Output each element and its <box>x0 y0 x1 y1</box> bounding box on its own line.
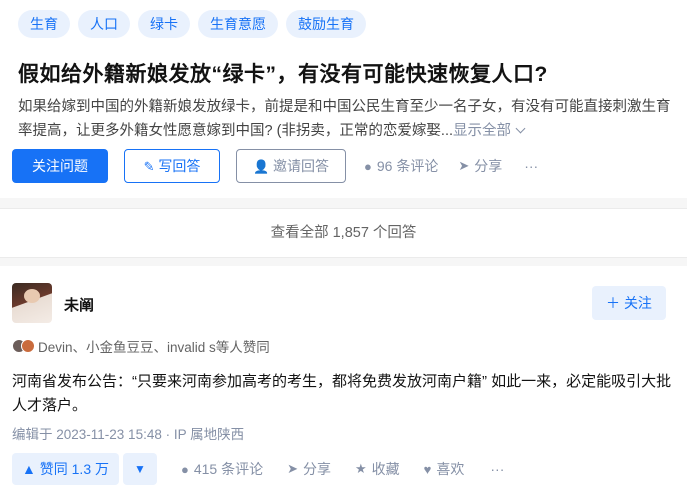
show-all-label: 显示全部 <box>453 123 512 139</box>
question-actions: 关注问题 ✎ 写回答 👤 邀请回答 ● 96 条评论 ➤ 分享 ··· <box>12 149 538 183</box>
question-description-text: 如果给嫁到中国的外籍新娘发放绿卡，前提是和中国公民生育至少一名子女，有没有可能直… <box>18 99 671 139</box>
topic-tag[interactable]: 人口 <box>78 10 130 38</box>
answer-actions: ▲ 赞同 1.3 万 ▼ ● 415 条评论 ➤ 分享 ★ 收藏 ♥ 喜欢 ··… <box>12 453 504 485</box>
paper-plane-icon: ➤ <box>458 158 470 173</box>
heart-icon: ♥ <box>423 461 432 477</box>
question-title[interactable]: 假如给外籍新娘发放“绿卡”，有没有可能快速恢复人口? <box>18 58 548 88</box>
invite-answer-button[interactable]: 👤 邀请回答 <box>236 149 346 183</box>
write-answer-button[interactable]: ✎ 写回答 <box>124 149 220 183</box>
question-share-button[interactable]: ➤ 分享 <box>458 156 502 176</box>
follow-author-label: 关注 <box>623 295 652 311</box>
question-share-label: 分享 <box>474 158 503 174</box>
view-all-answers-card: 查看全部 1,857 个回答 <box>0 208 687 258</box>
follow-question-button[interactable]: 关注问题 <box>12 149 108 183</box>
upvote-button[interactable]: ▲ 赞同 1.3 万 <box>12 453 119 485</box>
answer-share-button[interactable]: ➤ 分享 <box>287 459 331 479</box>
question-description: 如果给嫁到中国的外籍新娘发放绿卡，前提是和中国公民生育至少一名子女，有没有可能直… <box>18 95 678 143</box>
topic-tags: 生育 人口 绿卡 生育意愿 鼓励生育 <box>18 10 366 38</box>
comment-icon: ● <box>364 158 372 174</box>
like-button[interactable]: ♥ 喜欢 <box>424 459 465 479</box>
paper-plane-icon: ➤ <box>287 461 299 476</box>
view-all-answers-link[interactable]: 查看全部 1,857 个回答 <box>0 209 687 257</box>
pencil-icon: ✎ <box>143 159 155 174</box>
question-more-button[interactable]: ··· <box>524 158 538 174</box>
question-comments-label: 96 条评论 <box>376 158 439 174</box>
collect-label: 收藏 <box>371 461 400 477</box>
answer-content[interactable]: 河南省发布公告：“只要来河南参加高考的考生，都将免费发放河南户籍” 如此一来，必… <box>12 370 674 418</box>
voters-text: Devin、小金鱼豆豆、invalid s等人赞同 <box>38 340 270 355</box>
triangle-up-icon: ▲ <box>22 461 36 477</box>
topic-tag[interactable]: 绿卡 <box>138 10 190 38</box>
star-icon: ★ <box>355 461 367 476</box>
edited-time: 编辑于 2023-11-23 15:48 · IP 属地陕西 <box>12 427 245 442</box>
upvote-label: 赞同 1.3 万 <box>39 461 109 477</box>
chevron-down-icon <box>515 123 526 134</box>
question-comments-button[interactable]: ● 96 条评论 <box>364 156 438 176</box>
downvote-button[interactable]: ▼ <box>123 453 157 485</box>
user-plus-icon: 👤 <box>252 159 270 174</box>
answer-more-button[interactable]: ··· <box>490 461 504 477</box>
topic-tag[interactable]: 鼓励生育 <box>286 10 366 38</box>
answer-card: 未阐 ＋ 关注 Devin、小金鱼豆豆、invalid s等人赞同 河南省发布公… <box>0 266 687 493</box>
invite-answer-label: 邀请回答 <box>273 158 330 174</box>
plus-icon: ＋ <box>606 295 621 311</box>
author-name[interactable]: 未阐 <box>64 294 94 315</box>
write-answer-label: 写回答 <box>158 158 201 174</box>
comment-icon: ● <box>181 461 189 477</box>
triangle-down-icon: ▼ <box>134 462 146 476</box>
answer-comments-label: 415 条评论 <box>193 461 264 477</box>
avatar[interactable] <box>12 283 52 323</box>
answer-comments-button[interactable]: ● 415 条评论 <box>181 459 263 479</box>
topic-tag[interactable]: 生育意愿 <box>198 10 278 38</box>
question-card: 生育 人口 绿卡 生育意愿 鼓励生育 假如给外籍新娘发放“绿卡”，有没有可能快速… <box>0 0 687 198</box>
answer-share-label: 分享 <box>303 461 332 477</box>
voter-avatar <box>21 339 35 353</box>
follow-author-button[interactable]: ＋ 关注 <box>592 286 666 320</box>
topic-tag[interactable]: 生育 <box>18 10 70 38</box>
show-all-button[interactable]: 显示全部 <box>453 123 526 139</box>
collect-button[interactable]: ★ 收藏 <box>355 459 400 479</box>
like-label: 喜欢 <box>436 461 465 477</box>
voters-line[interactable]: Devin、小金鱼豆豆、invalid s等人赞同 <box>12 336 270 356</box>
